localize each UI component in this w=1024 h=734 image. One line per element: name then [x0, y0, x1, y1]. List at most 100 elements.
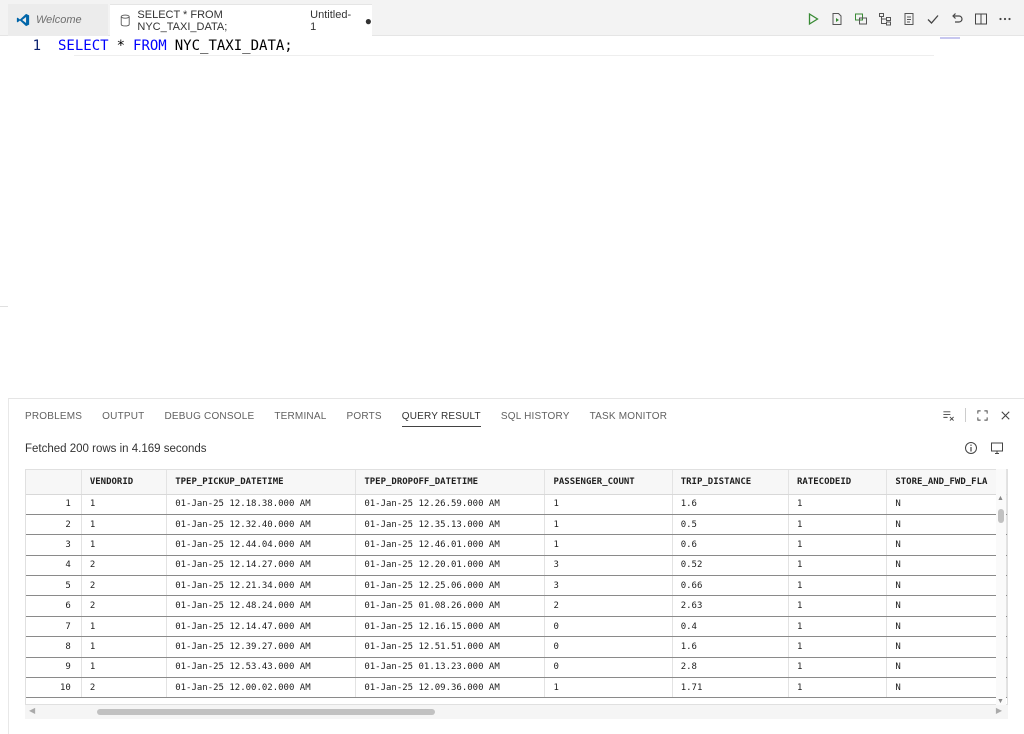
table-cell[interactable]: 01-Jan-25 12.20.01.000 AM	[355, 555, 546, 577]
column-header-trip-distance[interactable]: TRIP_DISTANCE	[672, 470, 790, 495]
column-header-tpep-dropoff-datetime[interactable]: TPEP_DROPOFF_DATETIME	[355, 470, 546, 495]
table-cell[interactable]: 01-Jan-25 12.14.27.000 AM	[166, 555, 357, 577]
table-cell[interactable]: 1	[788, 595, 888, 617]
tab-debug-console[interactable]: DEBUG CONSOLE	[164, 399, 254, 433]
scroll-right-icon[interactable]: ▶	[996, 706, 1002, 715]
table-cell[interactable]: 1	[544, 677, 673, 699]
table-cell[interactable]: 1	[81, 534, 168, 556]
horizontal-scrollbar[interactable]: ◀ ▶	[25, 705, 1008, 719]
column-header-ratecodeid[interactable]: RATECODEID	[788, 470, 888, 495]
result-grid[interactable]: VENDORID TPEP_PICKUP_DATETIME TPEP_DROPOFF…	[25, 469, 1008, 705]
table-row[interactable]: 9 1 01-Jan-25 12.53.43.000 AM 01-Jan-25 01.…	[26, 657, 1007, 679]
more-actions-button[interactable]	[996, 10, 1014, 28]
close-icon[interactable]	[999, 409, 1012, 422]
table-cell[interactable]: 1	[788, 514, 888, 536]
table-cell[interactable]: 0	[544, 616, 673, 638]
commit-button[interactable]	[924, 10, 942, 28]
scroll-thumb[interactable]	[97, 709, 435, 715]
table-cell[interactable]: 1	[788, 636, 888, 658]
tab-welcome[interactable]: Welcome	[8, 4, 108, 36]
table-cell[interactable]: 1	[788, 657, 888, 679]
tab-terminal[interactable]: TERMINAL	[274, 399, 326, 433]
run-button[interactable]	[804, 10, 822, 28]
table-cell[interactable]: 2	[544, 595, 673, 617]
table-cell[interactable]: 2	[81, 677, 168, 699]
table-cell[interactable]: 1	[544, 534, 673, 556]
scroll-down-icon[interactable]: ▼	[997, 698, 1004, 705]
code-line-1[interactable]: 1 SELECT * FROM NYC_TAXI_DATA;	[0, 36, 293, 55]
format-button[interactable]	[900, 10, 918, 28]
table-cell[interactable]: 1	[544, 514, 673, 536]
table-cell[interactable]: 1	[788, 534, 888, 556]
table-row[interactable]: 1 1 01-Jan-25 12.18.38.000 AM 01-Jan-25 12.…	[26, 494, 1007, 515]
table-cell[interactable]: 0.66	[672, 575, 790, 597]
table-cell[interactable]: 01-Jan-25 12.18.38.000 AM	[166, 494, 357, 515]
table-cell[interactable]: N	[886, 534, 1007, 556]
table-cell[interactable]: 01-Jan-25 12.35.13.000 AM	[355, 514, 546, 536]
table-cell[interactable]: 01-Jan-25 12.53.43.000 AM	[166, 657, 357, 679]
table-cell[interactable]: 3	[544, 555, 673, 577]
table-row[interactable]: 7 1 01-Jan-25 12.14.47.000 AM 01-Jan-25 12.…	[26, 616, 1007, 638]
table-cell[interactable]: 01-Jan-25 12.25.06.000 AM	[355, 575, 546, 597]
table-cell[interactable]: 1	[788, 494, 888, 515]
split-editor-button[interactable]	[972, 10, 990, 28]
export-icon[interactable]	[990, 441, 1004, 455]
unsaved-dot-icon[interactable]: ●	[365, 14, 372, 28]
tab-query-result[interactable]: QUERY RESULT	[401, 399, 481, 433]
table-cell[interactable]: 1	[788, 555, 888, 577]
vertical-scrollbar[interactable]: ▲ ▼	[996, 469, 1006, 705]
rollback-button[interactable]	[948, 10, 966, 28]
table-cell[interactable]: 01-Jan-25 12.48.24.000 AM	[166, 595, 357, 617]
table-cell[interactable]: 3	[544, 575, 673, 597]
table-cell[interactable]: 01-Jan-25 01.13.23.000 AM	[355, 657, 546, 679]
table-cell[interactable]: N	[886, 657, 1007, 679]
table-cell[interactable]: 01-Jan-25 12.26.59.000 AM	[355, 494, 546, 515]
tab-query-untitled-1[interactable]: SELECT * FROM NYC_TAXI_DATA; Untitled-1 …	[110, 4, 372, 36]
table-cell[interactable]: 01-Jan-25 01.08.26.000 AM	[355, 595, 546, 617]
scroll-left-icon[interactable]: ◀	[29, 706, 35, 715]
tab-ports[interactable]: PORTS	[347, 399, 382, 433]
table-cell[interactable]: 01-Jan-25 12.09.36.000 AM	[355, 677, 546, 699]
table-cell[interactable]: 1	[81, 514, 168, 536]
clear-list-icon[interactable]	[942, 409, 955, 422]
table-row[interactable]: 5 2 01-Jan-25 12.21.34.000 AM 01-Jan-25 12.…	[26, 575, 1007, 597]
table-cell[interactable]: 01-Jan-25 12.32.40.000 AM	[166, 514, 357, 536]
tab-problems[interactable]: PROBLEMS	[25, 399, 82, 433]
table-cell[interactable]: 0.6	[672, 534, 790, 556]
table-cell[interactable]: 01-Jan-25 12.44.04.000 AM	[166, 534, 357, 556]
table-cell[interactable]: 2.8	[672, 657, 790, 679]
table-cell[interactable]: 0	[544, 657, 673, 679]
table-cell[interactable]: 2	[81, 595, 168, 617]
table-cell[interactable]: 1.6	[672, 494, 790, 515]
table-cell[interactable]: N	[886, 514, 1007, 536]
table-cell[interactable]: 1	[788, 575, 888, 597]
explain-plan-button[interactable]	[852, 10, 870, 28]
table-cell[interactable]: 01-Jan-25 12.46.01.000 AM	[355, 534, 546, 556]
table-cell[interactable]: 1	[788, 677, 888, 699]
table-cell[interactable]: 0.5	[672, 514, 790, 536]
table-row[interactable]: 10 2 01-Jan-25 12.00.02.000 AM 01-Jan-25 12…	[26, 677, 1007, 699]
table-cell[interactable]: N	[886, 636, 1007, 658]
table-cell[interactable]: 1.71	[672, 677, 790, 699]
tab-sql-history[interactable]: SQL HISTORY	[501, 399, 570, 433]
table-cell[interactable]: 0	[544, 636, 673, 658]
table-cell[interactable]: 1	[81, 494, 168, 515]
table-cell[interactable]: N	[886, 595, 1007, 617]
table-cell[interactable]: N	[886, 494, 1007, 515]
column-header-store-and-fwd-fla[interactable]: STORE_AND_FWD_FLA	[886, 470, 1007, 495]
autotrace-button[interactable]	[876, 10, 894, 28]
table-cell[interactable]: 1	[81, 657, 168, 679]
scroll-up-icon[interactable]: ▲	[997, 495, 1004, 502]
run-script-button[interactable]	[828, 10, 846, 28]
table-cell[interactable]: 2.63	[672, 595, 790, 617]
table-cell[interactable]: 2	[81, 555, 168, 577]
info-icon[interactable]	[964, 441, 978, 455]
table-cell[interactable]: 01-Jan-25 12.21.34.000 AM	[166, 575, 357, 597]
table-cell[interactable]: N	[886, 616, 1007, 638]
column-header-tpep-pickup-datetime[interactable]: TPEP_PICKUP_DATETIME	[166, 470, 357, 495]
tab-task-monitor[interactable]: TASK MONITOR	[590, 399, 668, 433]
table-cell[interactable]: 01-Jan-25 12.51.51.000 AM	[355, 636, 546, 658]
sql-editor[interactable]: 1 SELECT * FROM NYC_TAXI_DATA;	[0, 36, 1024, 398]
column-header-vendorid[interactable]: VENDORID	[81, 470, 168, 495]
table-cell[interactable]: 2	[81, 575, 168, 597]
